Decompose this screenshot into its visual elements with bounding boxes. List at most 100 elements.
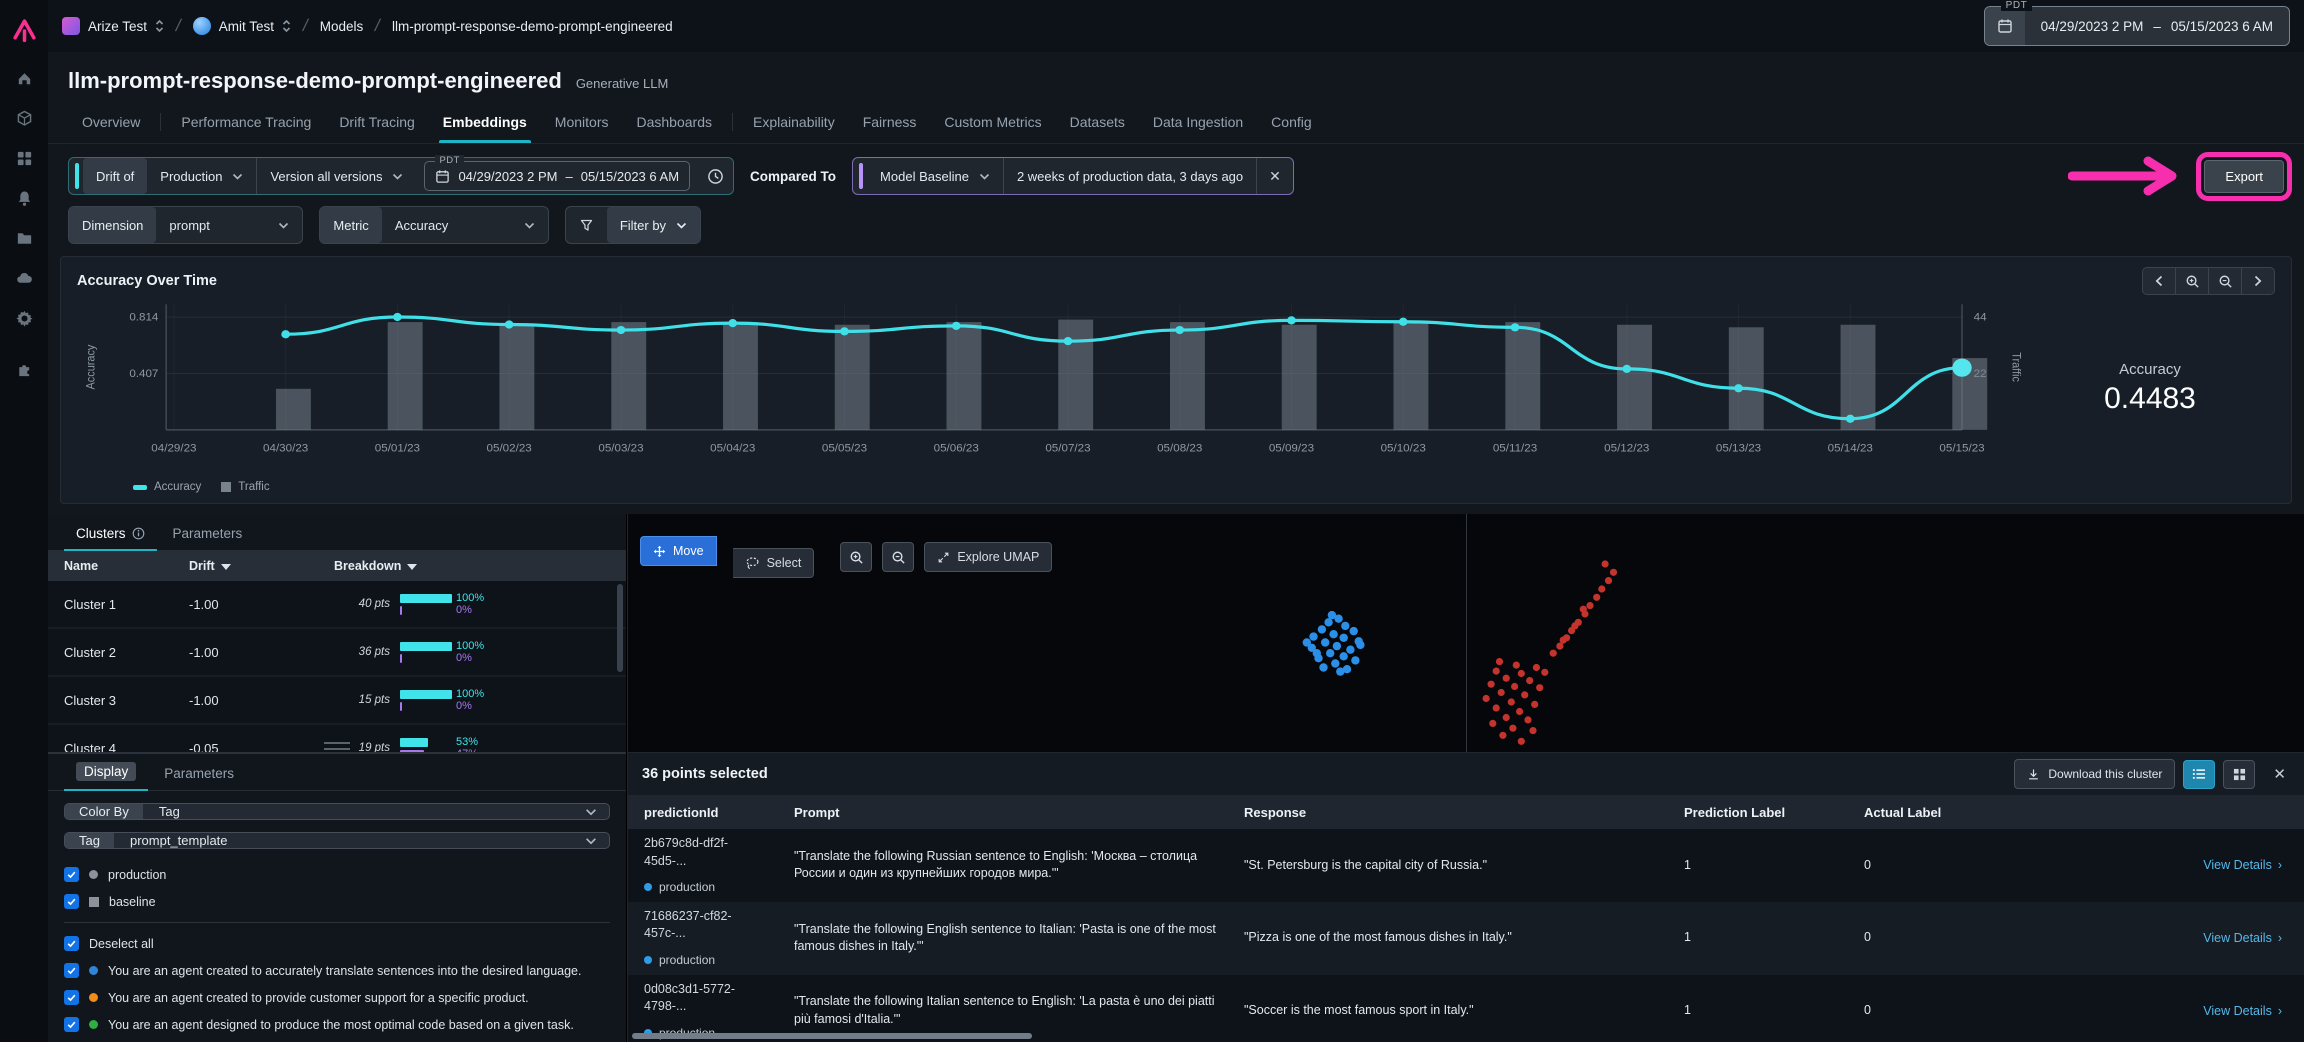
- table-row[interactable]: 2b679c8d-df2f-45d5-...production"Transla…: [628, 829, 2304, 902]
- explore-umap-button[interactable]: Explore UMAP: [924, 542, 1052, 572]
- tab-datasets[interactable]: Datasets: [1056, 104, 1139, 143]
- settings-icon[interactable]: [0, 298, 48, 338]
- drift-date-range-picker[interactable]: PDT 04/29/2023 2 PM – 05/15/2023 6 AM: [424, 161, 690, 191]
- umap-zoom-out-button[interactable]: [882, 542, 914, 572]
- view-details-link[interactable]: View Details›: [2039, 931, 2288, 945]
- tab-display-parameters[interactable]: Parameters: [152, 758, 246, 790]
- notifications-icon[interactable]: [0, 178, 48, 218]
- tag-select[interactable]: Tag prompt_template: [64, 832, 610, 849]
- checkbox-checked[interactable]: [64, 894, 79, 909]
- tab-data-ingestion[interactable]: Data Ingestion: [1139, 104, 1257, 143]
- breakdown-percent: 0%: [456, 653, 472, 664]
- tab-dashboards[interactable]: Dashboards: [622, 104, 726, 143]
- baseline-dropdown[interactable]: Model Baseline: [867, 158, 1003, 194]
- rail-icon-list: [0, 58, 48, 388]
- col-breakdown[interactable]: Breakdown: [334, 559, 610, 573]
- sort-descending-icon: [407, 564, 417, 570]
- color-by-select[interactable]: Color By Tag: [64, 803, 610, 820]
- tab-overview[interactable]: Overview: [68, 104, 154, 143]
- table-row[interactable]: 0d08c3d1-5772-4798-...production"Transla…: [628, 975, 2304, 1042]
- projects-icon[interactable]: [0, 218, 48, 258]
- cluster-drift: -1.00: [189, 597, 334, 612]
- tab-drift-tracing[interactable]: Drift Tracing: [325, 104, 428, 143]
- svg-text:05/12/23: 05/12/23: [1604, 443, 1649, 455]
- panel-resize-grip[interactable]: [324, 742, 350, 750]
- cluster-row[interactable]: Cluster 1-1.0040 pts100%0%: [48, 581, 626, 629]
- workspace-switcher[interactable]: Arize Test: [62, 17, 164, 35]
- col-drift[interactable]: Drift: [189, 559, 334, 573]
- checkbox-checked[interactable]: [64, 867, 79, 882]
- cluster-row[interactable]: Cluster 2-1.0036 pts100%0%: [48, 629, 626, 677]
- list-view-toggle[interactable]: [2183, 760, 2215, 789]
- deployments-icon[interactable]: [0, 258, 48, 298]
- home-icon[interactable]: [0, 58, 48, 98]
- filter-by-dropdown[interactable]: Filter by: [607, 207, 700, 243]
- legend-traffic[interactable]: Traffic: [221, 481, 269, 493]
- tab-performance-tracing[interactable]: Performance Tracing: [167, 104, 325, 143]
- metric-dropdown[interactable]: Accuracy: [382, 207, 548, 243]
- dataset-toggle-baseline[interactable]: baseline: [64, 888, 610, 915]
- account-name: Amit Test: [219, 19, 274, 34]
- export-button[interactable]: Export: [2204, 160, 2284, 193]
- tab-config[interactable]: Config: [1257, 104, 1325, 143]
- checkbox-checked[interactable]: [64, 936, 79, 951]
- dataset-toggle-production[interactable]: production: [64, 861, 610, 888]
- spaces-icon[interactable]: [0, 138, 48, 178]
- select-tool-button[interactable]: Select: [733, 548, 815, 578]
- pan-left-button[interactable]: [2143, 268, 2175, 294]
- pan-right-button[interactable]: [2241, 268, 2274, 294]
- tab-separator: [160, 113, 161, 131]
- response-cell: "Soccer is the most famous sport in Ital…: [1244, 1002, 1684, 1020]
- zoom-in-button[interactable]: [2175, 268, 2208, 294]
- view-details-link[interactable]: View Details›: [2039, 1004, 2288, 1018]
- download-cluster-button[interactable]: Download this cluster: [2014, 759, 2175, 789]
- tab-custom-metrics[interactable]: Custom Metrics: [930, 104, 1055, 143]
- remove-baseline-button[interactable]: ✕: [1257, 158, 1293, 194]
- table-row[interactable]: 71686237-cf82-457c-...production"Transla…: [628, 902, 2304, 975]
- legend-accuracy[interactable]: Accuracy: [133, 481, 201, 493]
- legend-toggle-2[interactable]: You are an agent designed to produce the…: [64, 1011, 610, 1038]
- checkbox-checked[interactable]: [64, 963, 79, 978]
- legend-toggle-0[interactable]: You are an agent created to accurately t…: [64, 957, 610, 984]
- grid-view-toggle[interactable]: [2223, 760, 2255, 789]
- cluster-row[interactable]: Cluster 3-1.0015 pts100%0%: [48, 677, 626, 725]
- cluster-name: Cluster 2: [64, 645, 189, 660]
- baseline-description: 2 weeks of production data, 3 days ago: [1004, 158, 1256, 194]
- points-table-horizontal-scrollbar[interactable]: [632, 1033, 1032, 1039]
- tab-monitors[interactable]: Monitors: [541, 104, 623, 143]
- clusters-scrollbar[interactable]: [617, 584, 623, 672]
- tab-fairness[interactable]: Fairness: [849, 104, 931, 143]
- breadcrumb-model-name[interactable]: llm-prompt-response-demo-prompt-engineer…: [392, 19, 673, 34]
- version-dropdown[interactable]: Version all versions: [257, 158, 416, 194]
- breakdown-bar: [400, 606, 402, 615]
- tab-display[interactable]: Display: [64, 754, 148, 790]
- global-date-range-picker[interactable]: PDT 04/29/2023 2 PM – 05/15/2023 6 AM: [1984, 6, 2290, 46]
- breadcrumb-separator: /: [373, 16, 382, 36]
- tab-parameters[interactable]: Parameters: [161, 518, 255, 550]
- zoom-out-button[interactable]: [2208, 268, 2241, 294]
- deselect-all-toggle[interactable]: Deselect all: [64, 930, 610, 957]
- time-history-button[interactable]: [698, 158, 733, 194]
- legend-toggle-3[interactable]: You are an agent engineered to provide c…: [64, 1038, 610, 1042]
- avatar: [193, 17, 211, 35]
- models-icon[interactable]: [0, 98, 48, 138]
- environment-dropdown[interactable]: Production: [147, 158, 256, 194]
- dimension-dropdown[interactable]: prompt: [156, 207, 302, 243]
- umap-canvas[interactable]: Move Select: [627, 514, 2304, 752]
- tab-embeddings[interactable]: Embeddings: [429, 104, 541, 143]
- arize-logo-icon[interactable]: [0, 8, 48, 52]
- umap-zoom-in-button[interactable]: [840, 542, 872, 572]
- checkbox-checked[interactable]: [64, 990, 79, 1005]
- view-details-link[interactable]: View Details›: [2039, 858, 2288, 872]
- accuracy-traffic-chart[interactable]: 04/29/2304/30/2305/01/2305/02/2305/03/23…: [77, 297, 2025, 479]
- checkbox-checked[interactable]: [64, 1017, 79, 1032]
- breadcrumb-models[interactable]: Models: [320, 19, 364, 34]
- account-switcher[interactable]: Amit Test: [193, 17, 291, 35]
- tab-clusters[interactable]: Clusters: [64, 518, 157, 550]
- legend-toggle-1[interactable]: You are an agent created to provide cust…: [64, 984, 610, 1011]
- move-tool-button[interactable]: Move: [640, 536, 717, 566]
- tab-explainability[interactable]: Explainability: [739, 104, 849, 143]
- close-points-panel-button[interactable]: ✕: [2269, 765, 2290, 783]
- integrations-icon[interactable]: [0, 348, 48, 388]
- metric-label: Metric: [320, 207, 381, 243]
